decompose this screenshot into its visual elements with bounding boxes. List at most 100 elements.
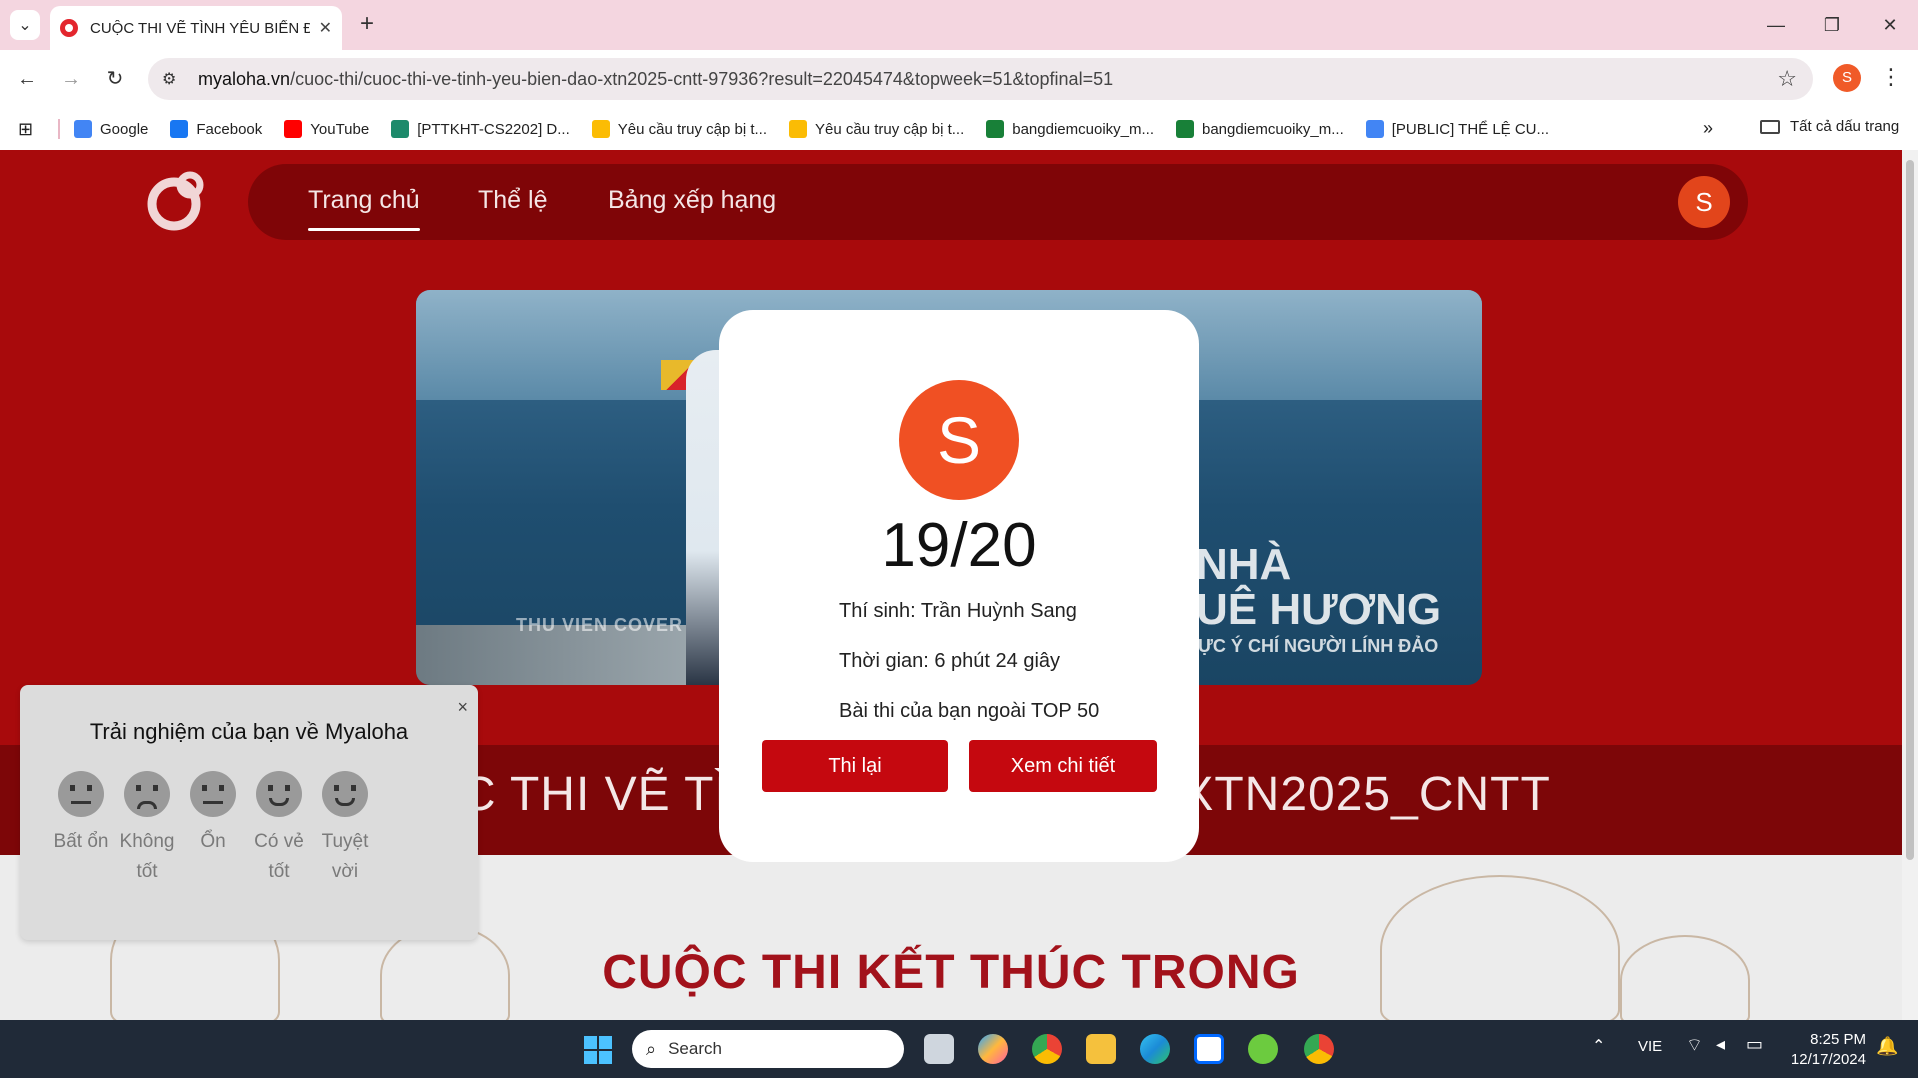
banner-watermark: THU VIEN COVER — [516, 615, 684, 635]
nav-ranking-link[interactable]: Bảng xếp hạng — [608, 186, 776, 215]
feedback-widget: × Trải nghiệm của bạn về Myaloha Bất ổn K… — [20, 685, 478, 940]
bookmark-favicon-icon — [1365, 120, 1384, 138]
tab-title: CUỘC THI VẼ TÌNH YÊU BIỂN Đ — [90, 19, 310, 37]
heart-eyes-face-icon — [322, 771, 368, 817]
bookmark-item[interactable]: bangdiemcuoiky_m... — [1176, 120, 1344, 138]
view-details-button[interactable]: Xem chi tiết — [969, 740, 1157, 792]
taskbar-search-placeholder: Search — [668, 1039, 722, 1058]
back-arrow-icon[interactable]: ← — [12, 64, 42, 94]
clock-time: 8:25 PM — [1810, 1031, 1866, 1048]
tray-overflow-icon[interactable]: ⌃ — [1592, 1036, 1605, 1056]
result-avatar: S — [899, 380, 1019, 500]
scrollbar-thumb[interactable] — [1906, 160, 1914, 860]
banner-text-line1: NHÀ — [1196, 540, 1292, 589]
feedback-close-icon[interactable]: × — [457, 697, 468, 718]
bookmark-label: bangdiemcuoiky_m... — [1202, 120, 1344, 138]
bookmark-item[interactable]: Facebook — [170, 120, 262, 138]
windows-taskbar: ⌕ Search ⌃ VIE ⌔ ◂ ▭ 8:25 PM 12/17/2024 🔔 — [0, 1020, 1918, 1078]
feedback-option-label: Có vẻ tốt — [254, 831, 304, 882]
bookmark-item[interactable]: bangdiemcuoiky_m... — [986, 120, 1154, 138]
banner-text-line3: ỰC Ý CHÍ NGƯỜI LÍNH ĐẢO — [1198, 636, 1439, 656]
bookmark-item[interactable]: Google — [74, 120, 148, 138]
url-host: myaloha.vn — [198, 68, 291, 89]
notification-bell-icon[interactable]: 🔔 — [1876, 1036, 1898, 1057]
page-scrollbar[interactable] — [1902, 150, 1918, 1020]
window-close-button[interactable]: ✕ — [1870, 8, 1910, 42]
edge-icon[interactable] — [1140, 1034, 1170, 1064]
grin-face-icon — [256, 771, 302, 817]
bookmark-favicon-icon — [1176, 120, 1194, 138]
taskbar-search[interactable]: ⌕ Search — [632, 1030, 904, 1068]
bookmark-favicon-icon — [284, 120, 303, 138]
window-restore-button[interactable]: ❐ — [1812, 8, 1852, 42]
snipping-tool-icon[interactable] — [1248, 1034, 1278, 1064]
bookmark-label: Google — [100, 120, 149, 138]
chrome-icon[interactable] — [1032, 1034, 1062, 1064]
zalo-icon[interactable] — [1194, 1034, 1224, 1064]
tab-search-icon[interactable]: ⌄ — [10, 10, 40, 40]
all-bookmarks-button[interactable]: Tất cả dấu trang — [1760, 118, 1899, 135]
bookmark-favicon-icon — [170, 120, 189, 138]
wifi-icon[interactable]: ⌔ — [1686, 1034, 1703, 1057]
countdown-heading: CUỘC THI KẾT THÚC TRONG — [602, 946, 1300, 999]
windows-start-icon[interactable] — [584, 1036, 612, 1064]
forward-arrow-icon[interactable]: → — [56, 64, 86, 94]
new-tab-button[interactable]: + — [352, 10, 382, 40]
page-content: Trang chủ Thể lệ Bảng xếp hạng S THU VIE… — [0, 150, 1902, 1020]
browser-tab-strip: ⌄ CUỘC THI VẼ TÌNH YÊU BIỂN Đ ✕ + — ❐ ✕ — [0, 0, 1918, 50]
bookmark-favicon-icon — [986, 120, 1005, 138]
copilot-icon[interactable] — [978, 1034, 1008, 1064]
bookmark-label: Yêu cầu truy cập bị t... — [617, 120, 767, 138]
bookmark-favicon-icon — [74, 120, 92, 138]
clock[interactable]: 8:25 PM 12/17/2024 — [1786, 1030, 1866, 1070]
feedback-option[interactable]: Không tốt — [112, 771, 182, 887]
bookmark-item[interactable]: YouTube — [284, 120, 369, 138]
retry-button[interactable]: Thi lại — [762, 740, 948, 792]
bookmark-item[interactable]: Yêu cầu truy cập bị t... — [789, 120, 964, 138]
myaloha-logo[interactable] — [146, 170, 208, 232]
task-view-icon[interactable] — [924, 1034, 954, 1064]
nav-rules-link[interactable]: Thể lệ — [478, 186, 547, 215]
feedback-option-label: Không tốt — [119, 831, 175, 882]
reload-icon[interactable]: ↻ — [100, 64, 130, 94]
bookmark-label: Facebook — [196, 120, 263, 138]
bookmark-item[interactable]: [PTTKHT-CS2202] D... — [391, 120, 570, 138]
profile-avatar[interactable]: S — [1833, 64, 1861, 92]
bookmarks-bar: ⊞ Google Facebook YouTube [PTTKHT-CS2202] D… — [0, 108, 1918, 150]
window-minimize-button[interactable]: — — [1756, 8, 1796, 42]
main-nav: Trang chủ Thể lệ Bảng xếp hạng S — [248, 164, 1748, 240]
file-explorer-icon[interactable] — [1086, 1034, 1116, 1064]
sad-face-icon — [124, 771, 170, 817]
bookmark-item[interactable]: Yêu cầu truy cập bị t... — [591, 120, 767, 138]
apps-grid-icon[interactable]: ⊞ — [18, 119, 48, 140]
active-tab[interactable]: CUỘC THI VẼ TÌNH YÊU BIỂN Đ ✕ — [50, 6, 342, 50]
feedback-title: Trải nghiệm của bạn về Myaloha — [89, 719, 409, 744]
tab-close-icon[interactable]: ✕ — [319, 18, 332, 38]
url-path: /cuoc-thi/cuoc-thi-ve-tinh-yeu-bien-dao-… — [290, 68, 1114, 89]
chrome-active-icon[interactable] — [1304, 1034, 1334, 1064]
url-text[interactable]: myaloha.vn/cuoc-thi/cuoc-thi-ve-tinh-yeu… — [198, 69, 1113, 90]
feedback-option[interactable]: Tuyệt vời — [310, 771, 380, 887]
all-bookmarks-label: Tất cả dấu trang — [1790, 118, 1900, 135]
browser-menu-icon[interactable]: ⋮ — [1880, 64, 1902, 90]
address-bar[interactable]: ⚙ myaloha.vn/cuoc-thi/cuoc-thi-ve-tinh-y… — [148, 58, 1813, 100]
user-avatar[interactable]: S — [1678, 176, 1730, 228]
clock-date: 12/17/2024 — [1790, 1051, 1866, 1068]
more-bookmarks-icon[interactable]: » — [1703, 118, 1713, 139]
banner-text-line2: UÊ HƯƠNG — [1196, 585, 1442, 634]
battery-icon[interactable]: ▭ — [1746, 1034, 1763, 1055]
bookmark-label: bangdiemcuoiky_m... — [1012, 120, 1154, 138]
language-indicator[interactable]: VIE — [1638, 1038, 1662, 1055]
bookmark-item[interactable]: [PUBLIC] THỂ LỆ CU... — [1365, 120, 1549, 138]
rank-note: Bài thi của bạn ngoài TOP 50 — [839, 700, 1100, 722]
volume-icon[interactable]: ◂ — [1716, 1034, 1725, 1055]
feedback-option[interactable]: Bất ổn — [46, 771, 116, 857]
feedback-option[interactable]: Có vẻ tốt — [244, 771, 314, 887]
bookmark-list: Google Facebook YouTube [PTTKHT-CS2202] D..… — [74, 120, 1571, 138]
site-info-icon[interactable]: ⚙ — [162, 69, 184, 89]
feedback-option[interactable]: Ổn — [178, 771, 248, 857]
search-icon: ⌕ — [646, 1038, 657, 1059]
bookmark-star-icon[interactable]: ☆ — [1777, 66, 1797, 92]
nav-home-link[interactable]: Trang chủ — [308, 186, 420, 231]
browser-toolbar: ← → ↻ ⚙ myaloha.vn/cuoc-thi/cuoc-thi-ve-… — [0, 50, 1918, 108]
